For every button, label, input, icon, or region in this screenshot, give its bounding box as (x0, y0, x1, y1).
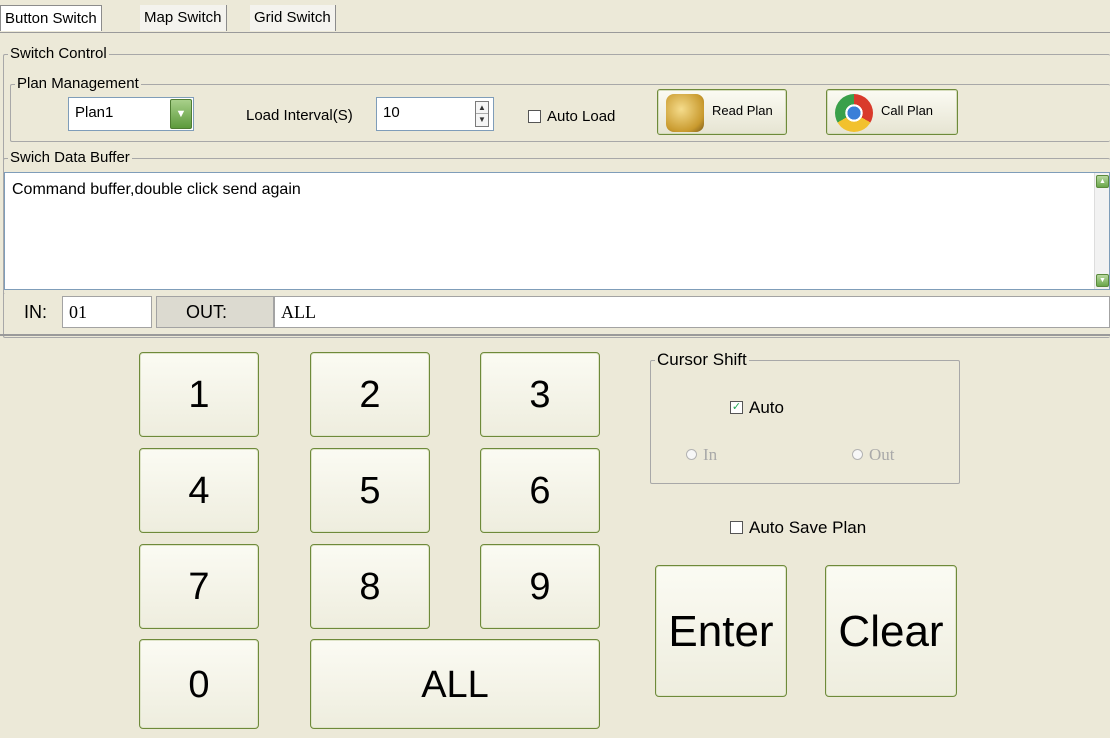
checkmark-icon[interactable]: ✓ (730, 401, 743, 415)
tab-divider (0, 32, 1110, 33)
auto-checkbox[interactable]: ✓ Auto (730, 398, 784, 418)
call-plan-label: Call Plan (881, 103, 934, 118)
cursor-shift-group: Cursor Shift (650, 351, 960, 484)
read-plan-button[interactable]: Read Plan (657, 89, 787, 135)
auto-label: Auto (749, 398, 784, 417)
in-radio-label: In (703, 445, 718, 464)
auto-load-checkbox[interactable]: Auto Load (528, 107, 615, 127)
key-0-button[interactable]: 0 (139, 639, 259, 729)
clear-button[interactable]: Clear (825, 565, 957, 697)
scroll-icon (666, 94, 704, 132)
auto-save-plan-checkbox[interactable]: Auto Save Plan (730, 518, 866, 538)
load-interval-label: Load Interval(S) (246, 107, 353, 124)
tab-bar: Button Switch Map Switch Grid Switch (0, 0, 1110, 34)
key-2-button[interactable]: 2 (310, 352, 430, 437)
scroll-up-icon[interactable]: ▲ (1096, 175, 1109, 188)
key-6-button[interactable]: 6 (480, 448, 600, 533)
key-all-button[interactable]: ALL (310, 639, 600, 729)
buffer-scrollbar[interactable]: ▲ ▼ (1094, 173, 1109, 289)
spinner-buttons[interactable]: ▲ ▼ (475, 101, 489, 127)
key-3-button[interactable]: 3 (480, 352, 600, 437)
in-radio[interactable]: In (686, 445, 717, 465)
out-radio[interactable]: Out (852, 445, 895, 465)
keypad-divider (0, 334, 1110, 336)
tab-map-switch[interactable]: Map Switch (140, 5, 227, 31)
plan-select-value: Plan1 (75, 104, 114, 121)
browser-icon (835, 94, 873, 132)
plan-select[interactable]: Plan1 ▼ (68, 97, 194, 131)
auto-load-label: Auto Load (547, 108, 616, 125)
enter-button[interactable]: Enter (655, 565, 787, 697)
out-field[interactable]: ALL (274, 296, 1110, 328)
out-radio-label: Out (869, 445, 895, 464)
out-label: OUT: (186, 302, 228, 322)
checkbox-icon[interactable] (528, 109, 541, 123)
chevron-down-icon[interactable]: ▼ (170, 99, 192, 129)
key-9-button[interactable]: 9 (480, 544, 600, 629)
key-1-button[interactable]: 1 (139, 352, 259, 437)
tab-grid-switch[interactable]: Grid Switch (250, 5, 336, 31)
load-interval-value: 10 (383, 104, 400, 121)
buffer-title: Swich Data Buffer (8, 149, 132, 167)
switch-control-title: Switch Control (8, 45, 109, 63)
io-row: IN: 01 OUT: ALL (0, 294, 1110, 330)
command-buffer[interactable]: Command buffer,double click send again ▲… (4, 172, 1110, 290)
checkbox-icon[interactable] (730, 521, 743, 535)
auto-save-plan-label: Auto Save Plan (749, 518, 867, 537)
plan-management-title: Plan Management (15, 75, 141, 93)
spin-up-icon[interactable]: ▲ (476, 102, 488, 114)
in-field[interactable]: 01 (62, 296, 152, 328)
key-8-button[interactable]: 8 (310, 544, 430, 629)
spin-down-icon[interactable]: ▼ (476, 114, 488, 126)
call-plan-button[interactable]: Call Plan (826, 89, 958, 135)
read-plan-label: Read Plan (712, 103, 773, 118)
scroll-down-icon[interactable]: ▼ (1096, 274, 1109, 287)
tab-button-switch[interactable]: Button Switch (0, 5, 102, 31)
key-7-button[interactable]: 7 (139, 544, 259, 629)
key-4-button[interactable]: 4 (139, 448, 259, 533)
key-5-button[interactable]: 5 (310, 448, 430, 533)
cursor-shift-title: Cursor Shift (655, 350, 749, 369)
radio-icon[interactable] (686, 448, 697, 460)
radio-icon[interactable] (852, 448, 863, 460)
load-interval-spinner[interactable]: 10 ▲ ▼ (376, 97, 494, 131)
in-label: IN: (24, 302, 48, 322)
buffer-text: Command buffer,double click send again (12, 181, 301, 198)
